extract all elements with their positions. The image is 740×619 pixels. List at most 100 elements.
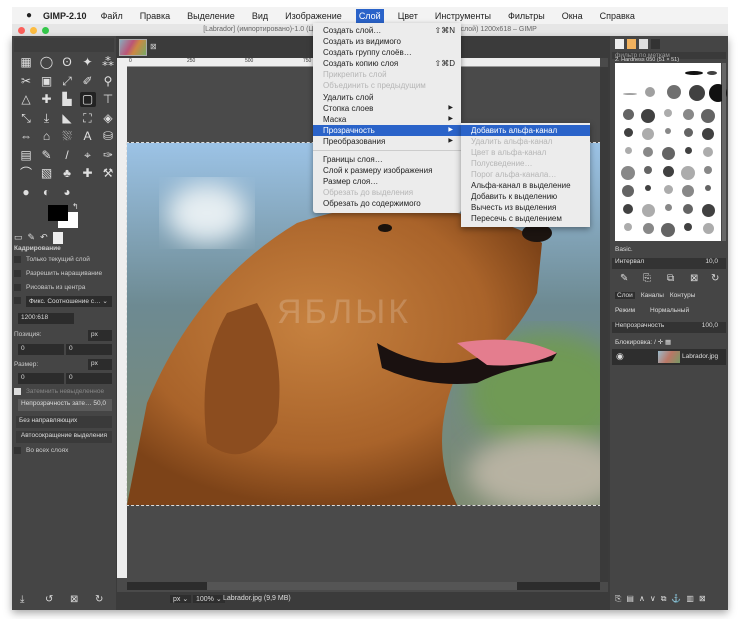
image-tab-thumbnail[interactable] xyxy=(119,39,147,56)
tool-button[interactable]: ⤓ xyxy=(39,111,55,126)
brush-preview[interactable] xyxy=(685,71,703,75)
tool-button[interactable]: ✚ xyxy=(39,92,55,107)
size-unit-dropdown[interactable]: px xyxy=(88,359,112,370)
brush-preview[interactable] xyxy=(701,204,715,217)
brush-preview[interactable] xyxy=(645,185,651,191)
brush-preview[interactable] xyxy=(705,185,711,191)
apple-icon[interactable]: ● xyxy=(26,10,32,21)
close-window-button[interactable] xyxy=(18,27,25,34)
vertical-ruler[interactable] xyxy=(117,58,127,578)
brush-preview[interactable] xyxy=(622,109,634,120)
brush-preview[interactable] xyxy=(621,166,635,180)
tool-button[interactable]: ⤡ xyxy=(18,111,34,126)
tool-button[interactable]: ▢ xyxy=(79,92,96,107)
duplicate-layer-icon[interactable]: ⧉ xyxy=(661,594,667,604)
menu-item[interactable]: Альфа-канал в выделение xyxy=(461,180,590,191)
layer-row[interactable]: ◉ Labrador.jpg xyxy=(612,349,726,365)
brush-preview[interactable] xyxy=(642,128,654,140)
tool-button[interactable]: ⌖ xyxy=(80,148,96,163)
brush-preview[interactable] xyxy=(661,223,675,237)
spacing-slider[interactable]: Интервал 10,0 xyxy=(612,258,726,269)
brush-preview[interactable] xyxy=(702,223,714,234)
brush-preview[interactable] xyxy=(701,109,715,123)
menu-file[interactable]: Файл xyxy=(98,9,126,23)
minimize-window-button[interactable] xyxy=(30,27,37,34)
menu-item[interactable]: Пересечь с выделением xyxy=(461,213,590,224)
tool-button[interactable]: ⤢ xyxy=(59,74,75,89)
menu-item[interactable]: Удалить слой xyxy=(313,92,461,103)
brush-preview[interactable] xyxy=(681,166,695,180)
raise-layer-icon[interactable]: ∧ xyxy=(639,594,645,604)
images-tab-icon[interactable] xyxy=(52,232,63,244)
tool-button[interactable]: ◯ xyxy=(39,55,55,70)
tool-button[interactable]: ✚ xyxy=(80,166,96,181)
brush-preview[interactable] xyxy=(684,147,692,154)
layer-opacity-slider[interactable]: Непрозрачность 100,0 xyxy=(612,322,726,333)
unit-dropdown[interactable]: px ⌄ xyxy=(170,595,192,603)
brush-preset-dropdown[interactable]: Basic. xyxy=(612,246,726,253)
menu-edit[interactable]: Правка xyxy=(137,9,173,23)
delete-brush-icon[interactable]: ⊠ xyxy=(690,273,698,284)
brush-preview[interactable] xyxy=(643,147,653,157)
tool-button[interactable]: ▤ xyxy=(18,148,34,163)
brush-preview[interactable] xyxy=(645,87,655,97)
tool-button[interactable]: ⁂ xyxy=(100,55,116,70)
undo-history-tab-icon[interactable]: ↶ xyxy=(40,232,48,244)
tool-button[interactable]: ♣ xyxy=(59,166,75,181)
brush-preview[interactable] xyxy=(689,85,705,101)
vertical-scrollbar[interactable] xyxy=(600,67,608,582)
app-menu[interactable]: GIMP-2.10 xyxy=(43,11,87,21)
delete-options-icon[interactable]: ⊠ xyxy=(70,594,78,605)
foreground-color[interactable] xyxy=(48,205,68,221)
brush-preview[interactable] xyxy=(664,109,672,117)
menu-item[interactable]: Размер слоя… xyxy=(313,176,461,187)
tool-button[interactable]: ✑ xyxy=(100,148,116,163)
tab-layers[interactable]: Слои xyxy=(615,292,635,299)
tool-button[interactable]: ▦ xyxy=(18,55,34,70)
guides-dropdown[interactable]: Без направляющих xyxy=(16,416,112,428)
menu-colors[interactable]: Цвет xyxy=(395,9,421,23)
save-options-icon[interactable]: ⤓ xyxy=(20,594,24,605)
menu-item[interactable]: Добавить альфа-канал xyxy=(461,125,590,136)
tab-paths[interactable]: Контуры xyxy=(670,292,696,299)
brush-preview[interactable] xyxy=(684,223,692,231)
tool-button[interactable]: ▙ xyxy=(59,92,75,107)
brush-preview[interactable] xyxy=(703,147,713,157)
brush-preview[interactable] xyxy=(642,223,654,234)
menu-item[interactable]: Создать группу слоёв… xyxy=(313,47,461,58)
tool-button[interactable]: ▧ xyxy=(39,166,55,181)
new-group-icon[interactable]: ▤ xyxy=(626,594,634,604)
menu-filters[interactable]: Фильтры xyxy=(505,9,548,23)
brush-preview[interactable] xyxy=(704,166,712,174)
tool-button[interactable]: ◐ xyxy=(39,185,55,200)
brush-preview[interactable] xyxy=(623,204,633,214)
menu-item[interactable]: Прозрачность ▶ xyxy=(313,125,461,136)
tab-channels[interactable]: Каналы xyxy=(641,292,664,299)
tool-button[interactable]: ✦ xyxy=(80,55,96,70)
brush-preview[interactable] xyxy=(702,128,714,140)
lock-alpha-icon[interactable]: ▦ xyxy=(665,339,671,346)
brush-preview[interactable] xyxy=(662,166,674,177)
menu-windows[interactable]: Окна xyxy=(559,9,586,23)
menu-item[interactable]: Преобразования ▶ xyxy=(313,136,461,147)
tool-button[interactable]: / xyxy=(59,148,75,163)
swap-colors-icon[interactable]: ↰ xyxy=(72,202,79,211)
close-image-tab-icon[interactable]: ⊠ xyxy=(150,42,157,51)
horizontal-scrollbar[interactable] xyxy=(127,582,600,590)
allow-growing-checkbox[interactable]: Разрешить наращивание xyxy=(14,270,114,277)
brush-preview[interactable] xyxy=(641,204,655,217)
brush-preview[interactable] xyxy=(682,109,694,120)
fixed-dropdown[interactable]: Фикс. Соотношение с… ⌄ xyxy=(26,296,112,307)
brush-preview[interactable] xyxy=(624,147,632,154)
tool-options-tab-icon[interactable]: ▭ xyxy=(14,232,23,244)
tool-button[interactable]: ⚒ xyxy=(100,166,116,181)
menu-item[interactable]: Создать копию слоя ⇧⌘D xyxy=(313,58,461,69)
tool-button[interactable]: ▣ xyxy=(39,74,55,89)
visibility-eye-icon[interactable]: ◉ xyxy=(616,351,624,362)
menu-item[interactable]: Границы слоя… xyxy=(313,154,461,165)
size-y-input[interactable]: 0 xyxy=(66,373,112,384)
size-x-input[interactable]: 0 xyxy=(18,373,64,384)
tool-button[interactable]: ⚲ xyxy=(100,74,116,89)
auto-shrink-button[interactable]: Автосокращение выделения xyxy=(16,431,112,443)
mode-dropdown[interactable]: Нормальный xyxy=(650,307,689,314)
